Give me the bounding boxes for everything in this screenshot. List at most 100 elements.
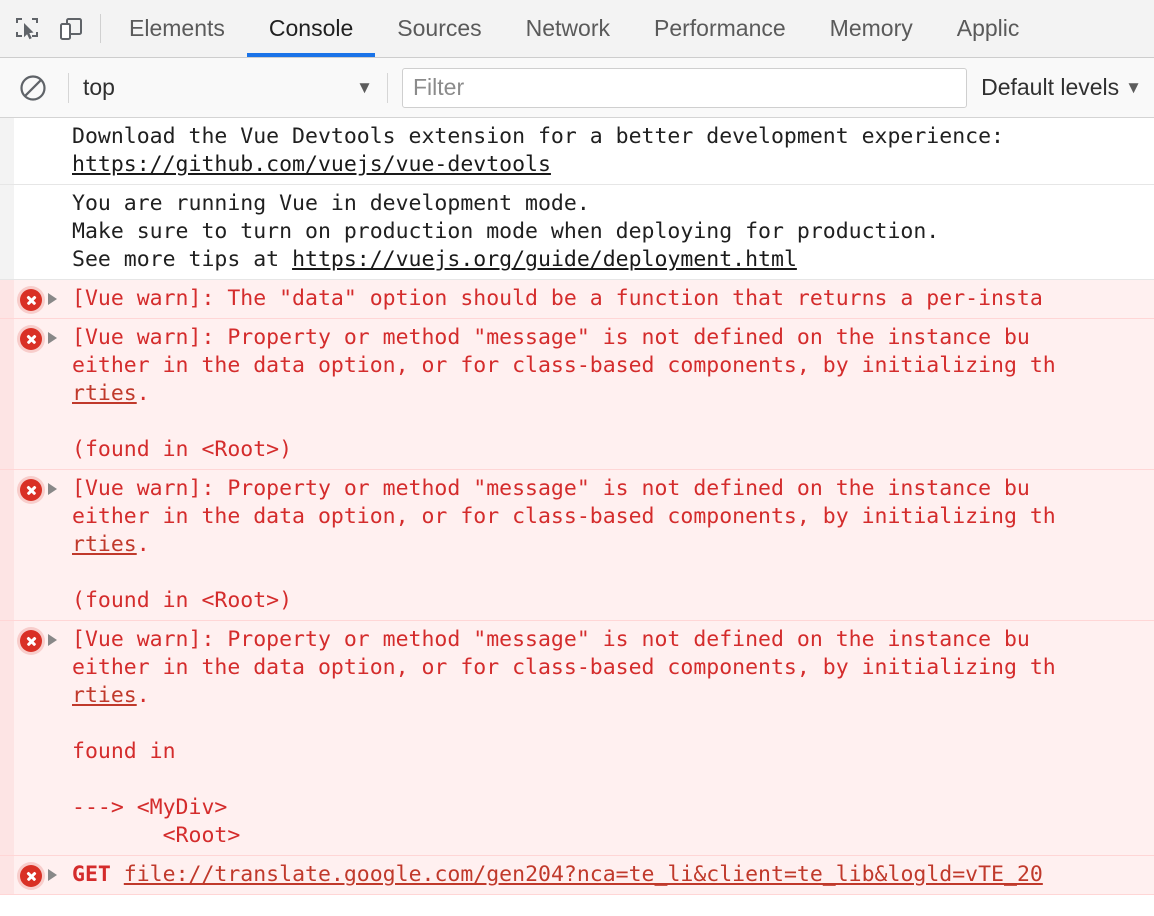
console-text-segment: [Vue warn]: Property or method "message"…: [72, 627, 1030, 652]
devtools-window: Elements Console Sources Network Perform…: [0, 0, 1154, 916]
error-icon: [20, 479, 42, 501]
console-message-line: (found in <Root>): [72, 436, 1154, 464]
tab-network[interactable]: Network: [504, 0, 632, 57]
console-error-message[interactable]: GET file://translate.google.com/gen204?n…: [0, 856, 1154, 895]
console-message-gutter: [0, 470, 14, 620]
console-link[interactable]: https://vuejs.org/guide/deployment.html: [292, 247, 797, 272]
console-error-message[interactable]: [Vue warn]: Property or method "message"…: [0, 470, 1154, 621]
error-icon-cell: [14, 280, 48, 311]
console-message-gutter: [0, 319, 14, 469]
expand-toggle-cell[interactable]: [48, 280, 72, 305]
tab-performance-label: Performance: [654, 15, 786, 41]
console-log-message[interactable]: You are running Vue in development mode.…: [0, 185, 1154, 280]
filterbar-divider-2: [387, 72, 388, 103]
console-text-segment: .: [136, 381, 150, 406]
console-error-message[interactable]: [Vue warn]: The "data" option should be …: [0, 280, 1154, 319]
devtools-tool-icons: [0, 0, 94, 57]
console-link[interactable]: rties: [72, 381, 137, 406]
expand-toggle-cell[interactable]: [48, 470, 72, 495]
expand-toggle-cell[interactable]: [48, 621, 72, 646]
chevron-right-icon[interactable]: [48, 869, 57, 881]
error-icon-cell: [14, 470, 48, 501]
console-text-segment: Make sure to turn on production mode whe…: [72, 219, 940, 244]
expand-toggle-cell[interactable]: [48, 856, 72, 881]
console-message-gutter: [0, 856, 14, 894]
message-icon-cell: [14, 118, 48, 127]
toolbar-divider: [100, 14, 101, 43]
console-message-gutter: [0, 185, 14, 279]
log-levels-selector[interactable]: Default levels ▼: [981, 74, 1144, 101]
console-message-text: Download the Vue Devtools extension for …: [72, 118, 1154, 184]
console-link[interactable]: https://github.com/vuejs/vue-devtools: [72, 152, 551, 177]
console-message-line: <Root>: [72, 822, 1154, 850]
filterbar-divider-1: [68, 72, 69, 103]
tab-application-label: Applic: [956, 15, 1020, 41]
console-message-text: GET file://translate.google.com/gen204?n…: [72, 856, 1154, 894]
tab-elements[interactable]: Elements: [107, 0, 247, 57]
expand-toggle-cell[interactable]: [48, 118, 72, 127]
console-error-message[interactable]: [Vue warn]: Property or method "message"…: [0, 621, 1154, 856]
tab-application[interactable]: Applic: [935, 0, 1042, 57]
filter-input-placeholder: Filter: [413, 74, 465, 100]
tab-memory[interactable]: Memory: [808, 0, 935, 57]
tab-elements-label: Elements: [129, 15, 225, 41]
console-error-message[interactable]: [Vue warn]: Property or method "message"…: [0, 319, 1154, 470]
tab-console[interactable]: Console: [246, 0, 376, 57]
message-icon-cell: [14, 185, 48, 194]
console-log-message[interactable]: Download the Vue Devtools extension for …: [0, 118, 1154, 185]
tab-sources-label: Sources: [397, 15, 482, 41]
console-message-line: [Vue warn]: Property or method "message"…: [72, 626, 1154, 654]
console-message-text: [Vue warn]: The "data" option should be …: [72, 280, 1154, 318]
console-link[interactable]: rties: [72, 683, 137, 708]
chevron-right-icon[interactable]: [48, 332, 57, 344]
error-icon: [20, 865, 42, 887]
clear-console-icon[interactable]: [12, 67, 54, 109]
console-message-line: See more tips at https://vuejs.org/guide…: [72, 246, 1154, 274]
chevron-down-icon: ▼: [356, 77, 373, 97]
inspect-element-icon[interactable]: [10, 12, 44, 46]
error-icon: [20, 328, 42, 350]
console-text-segment: either in the data option, or for class-…: [72, 353, 1056, 378]
console-text-segment: [Vue warn]: The "data" option should be …: [72, 286, 1043, 311]
tab-console-label: Console: [268, 15, 354, 41]
chevron-right-icon[interactable]: [48, 483, 57, 495]
device-toolbar-icon[interactable]: [54, 12, 88, 46]
console-text-segment: [Vue warn]: Property or method "message"…: [72, 325, 1030, 350]
console-link[interactable]: rties: [72, 532, 137, 557]
console-message-line: either in the data option, or for class-…: [72, 654, 1154, 682]
tab-performance[interactable]: Performance: [632, 0, 808, 57]
console-message-gutter: [0, 280, 14, 318]
console-message-text: [Vue warn]: Property or method "message"…: [72, 319, 1154, 469]
chevron-right-icon[interactable]: [48, 293, 57, 305]
console-filterbar: top ▼ Filter Default levels ▼: [0, 58, 1154, 118]
console-message-gutter: [0, 118, 14, 184]
tab-sources[interactable]: Sources: [375, 0, 503, 57]
expand-toggle-cell[interactable]: [48, 319, 72, 344]
console-message-line: Download the Vue Devtools extension for …: [72, 123, 1154, 151]
console-text-segment: found in: [72, 739, 176, 764]
devtools-tabbar: Elements Console Sources Network Perform…: [0, 0, 1154, 58]
console-message-line: [Vue warn]: Property or method "message"…: [72, 475, 1154, 503]
console-message-text: [Vue warn]: Property or method "message"…: [72, 470, 1154, 620]
console-text-segment: [111, 862, 124, 887]
console-message-line: ---> <MyDiv>: [72, 794, 1154, 822]
console-message-text: You are running Vue in development mode.…: [72, 185, 1154, 279]
chevron-down-icon: ▼: [1125, 77, 1142, 97]
execution-context-selector[interactable]: top ▼: [83, 74, 373, 101]
console-link[interactable]: file://translate.google.com/gen204?nca=t…: [124, 862, 1043, 887]
console-text-segment: (found in <Root>): [72, 588, 293, 613]
console-message-line: either in the data option, or for class-…: [72, 503, 1154, 531]
console-message-list[interactable]: Download the Vue Devtools extension for …: [0, 118, 1154, 916]
console-text-segment: ---> <MyDiv>: [72, 795, 228, 820]
tab-network-label: Network: [525, 15, 610, 41]
filter-input[interactable]: Filter: [402, 67, 968, 108]
error-icon-cell: [14, 856, 48, 887]
console-message-line: Make sure to turn on production mode whe…: [72, 218, 1154, 246]
chevron-right-icon[interactable]: [48, 634, 57, 646]
console-message-gutter: [0, 621, 14, 855]
log-levels-label: Default levels: [981, 74, 1120, 100]
panel-tabs: Elements Console Sources Network Perform…: [107, 0, 1154, 57]
expand-toggle-cell[interactable]: [48, 185, 72, 194]
